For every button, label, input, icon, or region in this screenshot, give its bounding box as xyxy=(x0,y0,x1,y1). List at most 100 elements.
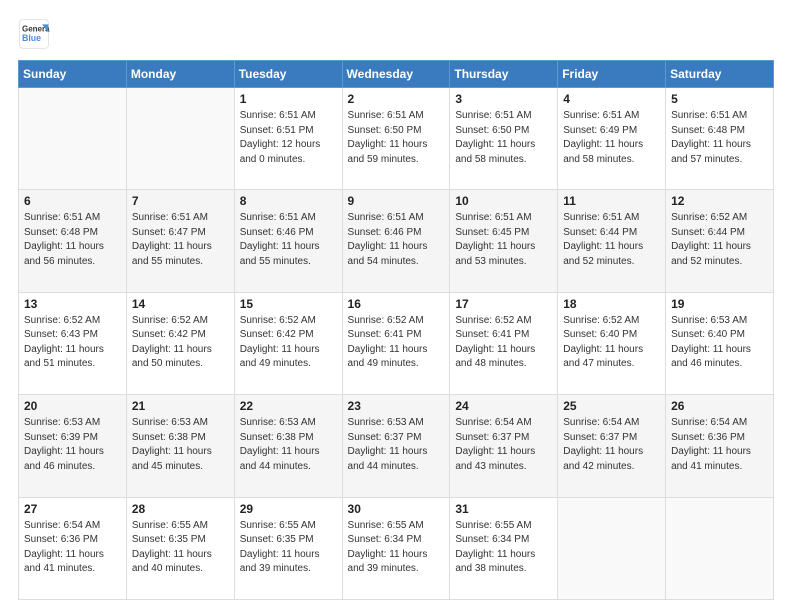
logo: General Blue xyxy=(18,18,50,50)
day-info: Sunrise: 6:52 AMSunset: 6:40 PMDaylight:… xyxy=(563,314,660,372)
day-info: Sunrise: 6:55 AMSunset: 6:35 PMDaylight:… xyxy=(132,519,229,577)
day-info: Sunrise: 6:53 AMSunset: 6:38 PMDaylight:… xyxy=(132,416,229,474)
calendar-cell: 27Sunrise: 6:54 AMSunset: 6:36 PMDayligh… xyxy=(19,497,127,599)
calendar-cell: 22Sunrise: 6:53 AMSunset: 6:38 PMDayligh… xyxy=(234,395,342,497)
day-number: 23 xyxy=(348,399,445,413)
weekday-header-saturday: Saturday xyxy=(666,61,774,88)
day-number: 11 xyxy=(563,194,660,208)
day-number: 24 xyxy=(455,399,552,413)
day-info: Sunrise: 6:51 AMSunset: 6:48 PMDaylight:… xyxy=(24,211,121,269)
day-number: 16 xyxy=(348,297,445,311)
logo-icon: General Blue xyxy=(18,18,50,50)
calendar-cell: 18 Sunrise: 6:52 AMSunset: 6:40 PMDayligh… xyxy=(558,292,666,394)
day-number: 6 xyxy=(24,194,121,208)
day-number: 25 xyxy=(563,399,660,413)
weekday-header-row: SundayMondayTuesdayWednesdayThursdayFrid… xyxy=(19,61,774,88)
day-info: Sunrise: 6:55 AMSunset: 6:34 PMDaylight:… xyxy=(348,519,445,577)
calendar-cell: 9 Sunrise: 6:51 AMSunset: 6:46 PMDaylight… xyxy=(342,190,450,292)
day-info: Sunrise: 6:51 AMSunset: 6:46 PMDaylight:… xyxy=(348,211,445,269)
week-row-5: 27Sunrise: 6:54 AMSunset: 6:36 PMDayligh… xyxy=(19,497,774,599)
svg-text:Blue: Blue xyxy=(22,33,41,43)
weekday-header-sunday: Sunday xyxy=(19,61,127,88)
day-number: 10 xyxy=(455,194,552,208)
week-row-4: 20 Sunrise: 6:53 AMSunset: 6:39 PMDayligh… xyxy=(19,395,774,497)
day-info: Sunrise: 6:52 AMSunset: 6:41 PMDaylight:… xyxy=(348,314,445,372)
day-info: Sunrise: 6:51 AMSunset: 6:50 PMDaylight:… xyxy=(455,109,552,167)
day-info: Sunrise: 6:51 AMSunset: 6:49 PMDaylight:… xyxy=(563,109,660,167)
day-info: Sunrise: 6:52 AMSunset: 6:42 PMDaylight:… xyxy=(132,314,229,372)
calendar-cell: 11 Sunrise: 6:51 AMSunset: 6:44 PMDayligh… xyxy=(558,190,666,292)
day-number: 8 xyxy=(240,194,337,208)
calendar-cell: 12 Sunrise: 6:52 AMSunset: 6:44 PMDayligh… xyxy=(666,190,774,292)
day-info: Sunrise: 6:52 AMSunset: 6:41 PMDaylight:… xyxy=(455,314,552,372)
calendar-cell xyxy=(666,497,774,599)
day-info: Sunrise: 6:53 AMSunset: 6:39 PMDaylight:… xyxy=(24,416,121,474)
day-info: Sunrise: 6:52 AMSunset: 6:43 PMDaylight:… xyxy=(24,314,121,372)
day-info: Sunrise: 6:54 AMSunset: 6:36 PMDaylight:… xyxy=(671,416,768,474)
calendar-cell: 15 Sunrise: 6:52 AMSunset: 6:42 PMDayligh… xyxy=(234,292,342,394)
day-info: Sunrise: 6:51 AMSunset: 6:46 PMDaylight:… xyxy=(240,211,337,269)
calendar-table: SundayMondayTuesdayWednesdayThursdayFrid… xyxy=(18,60,774,600)
day-number: 13 xyxy=(24,297,121,311)
calendar-cell: 10 Sunrise: 6:51 AMSunset: 6:45 PMDayligh… xyxy=(450,190,558,292)
weekday-header-wednesday: Wednesday xyxy=(342,61,450,88)
calendar-cell: 14 Sunrise: 6:52 AMSunset: 6:42 PMDayligh… xyxy=(126,292,234,394)
day-number: 7 xyxy=(132,194,229,208)
calendar-cell: 25Sunrise: 6:54 AMSunset: 6:37 PMDayligh… xyxy=(558,395,666,497)
calendar-cell: 31 Sunrise: 6:55 AMSunset: 6:34 PMDayligh… xyxy=(450,497,558,599)
day-number: 31 xyxy=(455,502,552,516)
calendar-cell: 13 Sunrise: 6:52 AMSunset: 6:43 PMDayligh… xyxy=(19,292,127,394)
header: General Blue xyxy=(18,18,774,50)
calendar-cell: 20 Sunrise: 6:53 AMSunset: 6:39 PMDayligh… xyxy=(19,395,127,497)
day-number: 21 xyxy=(132,399,229,413)
week-row-1: 1 Sunrise: 6:51 AMSunset: 6:51 PMDaylight… xyxy=(19,88,774,190)
calendar-cell: 4 Sunrise: 6:51 AMSunset: 6:49 PMDaylight… xyxy=(558,88,666,190)
day-info: Sunrise: 6:54 AMSunset: 6:37 PMDaylight:… xyxy=(455,416,552,474)
calendar-cell: 8 Sunrise: 6:51 AMSunset: 6:46 PMDaylight… xyxy=(234,190,342,292)
day-number: 4 xyxy=(563,92,660,106)
day-info: Sunrise: 6:51 AMSunset: 6:45 PMDaylight:… xyxy=(455,211,552,269)
day-info: Sunrise: 6:54 AMSunset: 6:36 PMDaylight:… xyxy=(24,519,121,577)
calendar-cell: 7 Sunrise: 6:51 AMSunset: 6:47 PMDaylight… xyxy=(126,190,234,292)
calendar-cell: 2Sunrise: 6:51 AMSunset: 6:50 PMDaylight… xyxy=(342,88,450,190)
day-number: 28 xyxy=(132,502,229,516)
day-info: Sunrise: 6:52 AMSunset: 6:42 PMDaylight:… xyxy=(240,314,337,372)
day-info: Sunrise: 6:52 AMSunset: 6:44 PMDaylight:… xyxy=(671,211,768,269)
day-number: 14 xyxy=(132,297,229,311)
day-number: 2 xyxy=(348,92,445,106)
calendar-cell: 17 Sunrise: 6:52 AMSunset: 6:41 PMDayligh… xyxy=(450,292,558,394)
day-info: Sunrise: 6:51 AMSunset: 6:48 PMDaylight:… xyxy=(671,109,768,167)
day-info: Sunrise: 6:51 AMSunset: 6:51 PMDaylight:… xyxy=(240,109,337,167)
calendar-cell: 24 Sunrise: 6:54 AMSunset: 6:37 PMDayligh… xyxy=(450,395,558,497)
day-number: 30 xyxy=(348,502,445,516)
calendar-cell: 19 Sunrise: 6:53 AMSunset: 6:40 PMDayligh… xyxy=(666,292,774,394)
calendar-cell: 30 Sunrise: 6:55 AMSunset: 6:34 PMDayligh… xyxy=(342,497,450,599)
day-number: 18 xyxy=(563,297,660,311)
day-number: 15 xyxy=(240,297,337,311)
calendar-cell: 16 Sunrise: 6:52 AMSunset: 6:41 PMDayligh… xyxy=(342,292,450,394)
day-number: 17 xyxy=(455,297,552,311)
calendar-cell: 1 Sunrise: 6:51 AMSunset: 6:51 PMDaylight… xyxy=(234,88,342,190)
day-number: 9 xyxy=(348,194,445,208)
day-number: 26 xyxy=(671,399,768,413)
calendar-cell xyxy=(558,497,666,599)
weekday-header-tuesday: Tuesday xyxy=(234,61,342,88)
day-number: 20 xyxy=(24,399,121,413)
day-number: 5 xyxy=(671,92,768,106)
day-number: 12 xyxy=(671,194,768,208)
weekday-header-monday: Monday xyxy=(126,61,234,88)
day-info: Sunrise: 6:51 AMSunset: 6:44 PMDaylight:… xyxy=(563,211,660,269)
day-number: 3 xyxy=(455,92,552,106)
day-number: 19 xyxy=(671,297,768,311)
day-number: 1 xyxy=(240,92,337,106)
day-info: Sunrise: 6:53 AMSunset: 6:40 PMDaylight:… xyxy=(671,314,768,372)
day-info: Sunrise: 6:53 AMSunset: 6:38 PMDaylight:… xyxy=(240,416,337,474)
day-info: Sunrise: 6:51 AMSunset: 6:47 PMDaylight:… xyxy=(132,211,229,269)
day-info: Sunrise: 6:53 AMSunset: 6:37 PMDaylight:… xyxy=(348,416,445,474)
day-info: Sunrise: 6:55 AMSunset: 6:34 PMDaylight:… xyxy=(455,519,552,577)
calendar-cell: 21 Sunrise: 6:53 AMSunset: 6:38 PMDayligh… xyxy=(126,395,234,497)
calendar-cell: 29Sunrise: 6:55 AMSunset: 6:35 PMDayligh… xyxy=(234,497,342,599)
weekday-header-thursday: Thursday xyxy=(450,61,558,88)
calendar-cell: 3 Sunrise: 6:51 AMSunset: 6:50 PMDaylight… xyxy=(450,88,558,190)
page: General Blue SundayMondayTuesdayWednesda… xyxy=(0,0,792,612)
